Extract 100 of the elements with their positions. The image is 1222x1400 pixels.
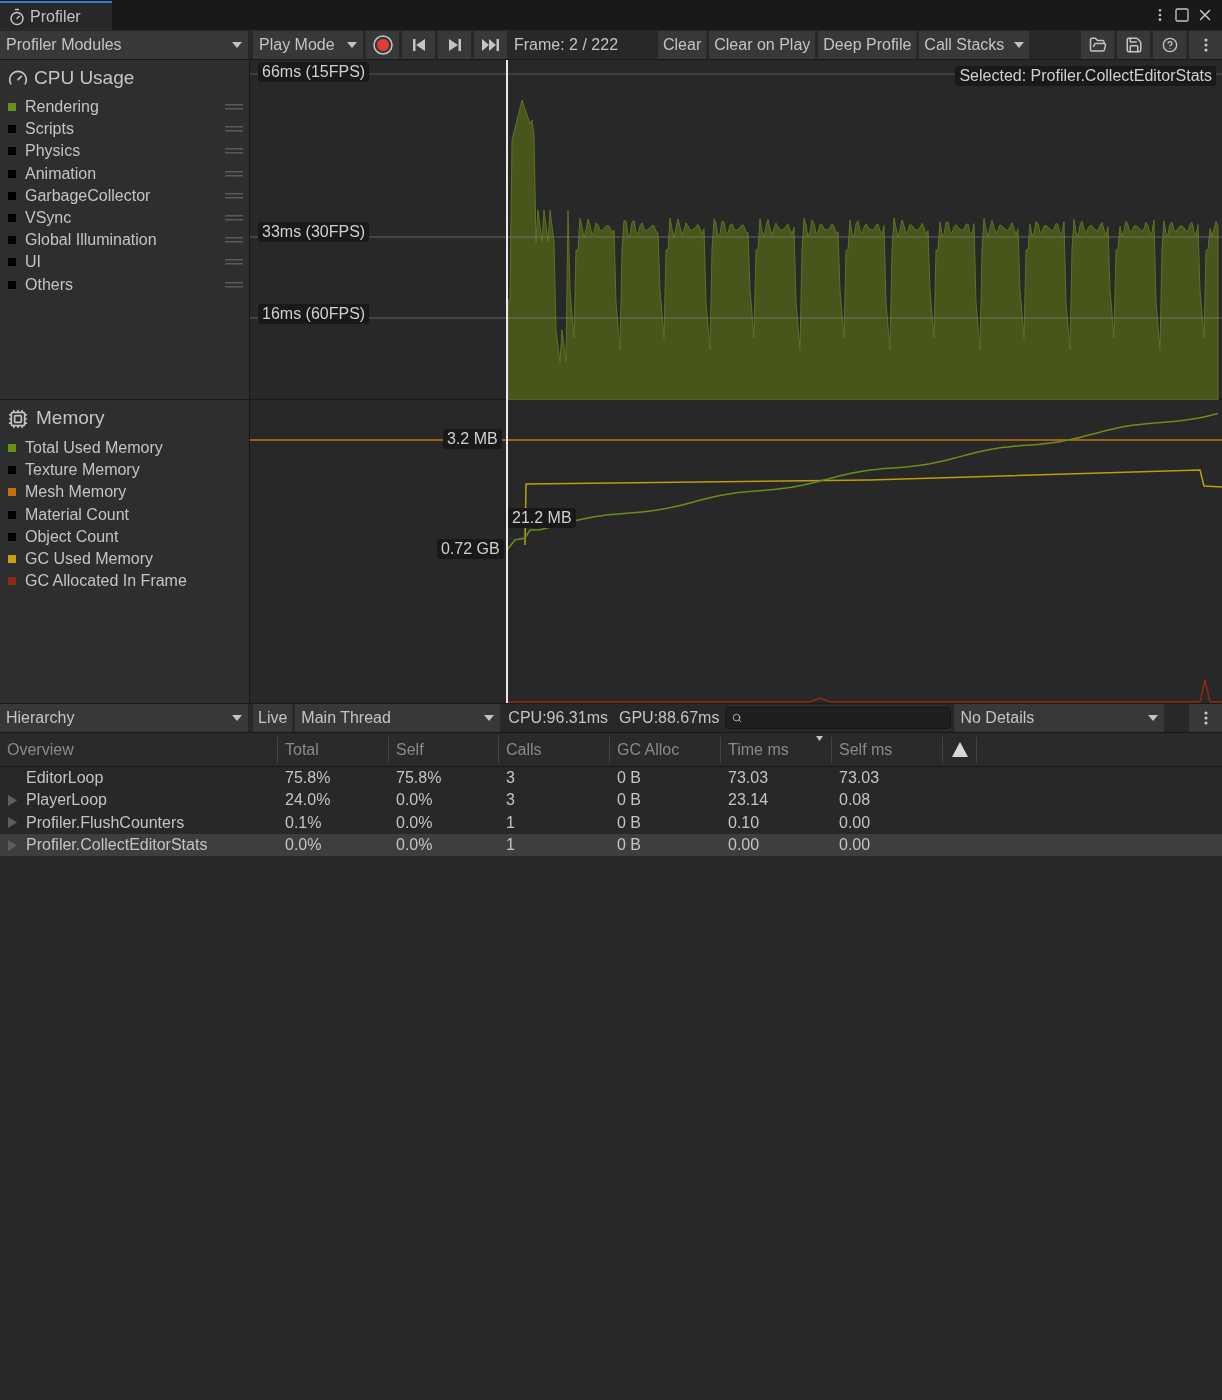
table-cell-text: 0.0%	[285, 835, 322, 856]
cpu-time: CPU:96.31ms	[507, 708, 608, 728]
table-cell-text: Profiler.FlushCounters	[26, 812, 185, 833]
table-row[interactable]: Profiler.CollectEditorStats 0.0% 0.0% 1 0 B 0.00 0.00	[0, 833, 1222, 857]
legend-label[interactable]: Physics	[25, 139, 225, 164]
folder-icon	[1088, 35, 1107, 54]
save-button[interactable]	[1117, 30, 1150, 59]
toolbar-button[interactable]: Deep Profile	[818, 30, 917, 59]
table-cell-text: 75.8%	[396, 768, 442, 789]
modules-dropdown[interactable]: Profiler Modules	[0, 30, 248, 59]
table-cell-text: 0.0%	[396, 835, 433, 856]
legend-label[interactable]: Material Count	[25, 502, 243, 527]
legend-label[interactable]: VSync	[25, 206, 225, 231]
drag-handle-icon[interactable]	[225, 192, 243, 199]
column-header[interactable]: Total	[277, 736, 388, 763]
caret-icon	[347, 41, 357, 48]
table-cell-text: 73.03	[728, 768, 769, 789]
table-cell-text: 0.00	[839, 835, 871, 856]
table-cell-text: 1	[506, 812, 515, 833]
table-cell-text: 3	[506, 790, 515, 811]
toolbar-button[interactable]: Clear	[658, 30, 707, 59]
fast-forward-icon	[481, 37, 500, 52]
drag-handle-icon[interactable]	[225, 259, 243, 266]
next-frame-button[interactable]	[438, 30, 471, 59]
caret-icon	[232, 41, 242, 48]
axis-label: 0.72 GB	[437, 539, 504, 559]
drag-handle-icon[interactable]	[225, 126, 243, 133]
legend-label[interactable]: Total Used Memory	[25, 436, 243, 461]
frame-counter: Frame: 2 / 222	[513, 34, 620, 55]
legend-label[interactable]: Rendering	[25, 95, 225, 120]
drag-handle-icon[interactable]	[225, 104, 243, 111]
load-button[interactable]	[1081, 30, 1114, 59]
record-button[interactable]	[366, 30, 399, 59]
drag-handle-icon[interactable]	[225, 148, 243, 155]
legend-label[interactable]: Mesh Memory	[25, 480, 243, 505]
caret-icon	[232, 715, 242, 721]
gauge-icon	[8, 68, 28, 88]
column-header[interactable]: Calls	[498, 736, 609, 763]
axis-label: 33ms (30FPS)	[258, 222, 370, 242]
legend-label[interactable]: UI	[25, 250, 225, 275]
search-icon	[732, 713, 743, 723]
table-cell-text: 23.14	[728, 790, 769, 811]
module-title[interactable]: CPU Usage	[34, 63, 135, 93]
table-cell-text: 0 B	[617, 768, 641, 789]
table-row[interactable]: PlayerLoop 24.0% 0.0% 3 0 B 23.14 0.08	[0, 789, 1222, 812]
view-dropdown[interactable]: Hierarchy	[0, 704, 248, 732]
column-header[interactable]: Self	[388, 736, 498, 763]
legend-label[interactable]: Object Count	[25, 524, 243, 549]
table-cell-text: 0.00	[728, 835, 760, 856]
table-cell-text: 75.8%	[285, 768, 331, 789]
module-title[interactable]: Memory	[36, 404, 105, 433]
legend-label[interactable]: Scripts	[25, 117, 225, 142]
more-button[interactable]	[1189, 704, 1222, 732]
call-stacks-dropdown[interactable]: Call Stacks	[919, 30, 1030, 59]
search-field[interactable]	[725, 707, 952, 729]
table-cell-text: 0.00	[839, 812, 871, 833]
expand-arrow-icon[interactable]	[8, 794, 17, 806]
table-cell-text: EditorLoop	[26, 768, 104, 789]
chip-icon	[8, 408, 28, 429]
live-button[interactable]: Live	[253, 704, 293, 732]
legend-label[interactable]: GarbageCollector	[25, 183, 225, 208]
thread-dropdown[interactable]: Main Thread	[295, 704, 501, 732]
legend-label[interactable]: Animation	[25, 161, 225, 186]
window-title: Profiler	[30, 6, 81, 27]
expand-arrow-icon[interactable]	[8, 817, 17, 829]
maximize-icon[interactable]	[1174, 7, 1190, 23]
previous-frame-button[interactable]	[402, 30, 435, 59]
table-cell-text: 0.08	[839, 790, 871, 811]
table-cell-text: 24.0%	[285, 790, 331, 811]
legend-label[interactable]: GC Used Memory	[25, 547, 243, 572]
expand-arrow-icon[interactable]	[8, 839, 17, 851]
table-cell-text: 0 B	[617, 790, 641, 811]
column-header[interactable]: Time ms	[720, 736, 831, 763]
legend-label[interactable]: Global Illumination	[25, 228, 225, 253]
help-button[interactable]	[1153, 30, 1186, 59]
warning-icon[interactable]	[951, 742, 968, 757]
drag-handle-icon[interactable]	[225, 170, 243, 177]
drag-handle-icon[interactable]	[225, 281, 243, 288]
column-header[interactable]: Self ms	[831, 736, 942, 763]
table-row[interactable]: Profiler.FlushCounters 0.1% 0.0% 1 0 B 0.10 0.00	[0, 811, 1222, 834]
table-row[interactable]: EditorLoop 75.8% 75.8% 3 0 B 73.03 73.03	[0, 767, 1222, 790]
last-frame-button[interactable]	[474, 30, 507, 59]
drag-handle-icon[interactable]	[225, 237, 243, 244]
legend-label[interactable]: GC Allocated In Frame	[25, 569, 243, 594]
window-tab[interactable]: Profiler	[0, 1, 112, 30]
target-dropdown[interactable]: Play Mode	[253, 30, 363, 59]
selection-label: Selected: Profiler.CollectEditorStats	[955, 66, 1216, 86]
details-dropdown[interactable]: No Details	[954, 704, 1165, 732]
legend-label[interactable]: Others	[25, 272, 225, 297]
column-header[interactable]: GC Alloc	[609, 736, 720, 763]
table-cell-text: Profiler.CollectEditorStats	[26, 835, 208, 856]
skip-forward-icon	[447, 37, 462, 52]
toolbar-button[interactable]: Clear on Play	[709, 30, 816, 59]
table-cell-text: 73.03	[839, 768, 880, 789]
table-cell-text: PlayerLoop	[26, 790, 107, 811]
legend-label[interactable]: Texture Memory	[25, 458, 243, 483]
column-header[interactable]: Overview	[0, 736, 277, 763]
drag-handle-icon[interactable]	[225, 215, 243, 222]
save-icon	[1124, 35, 1143, 54]
help-icon	[1161, 36, 1178, 53]
